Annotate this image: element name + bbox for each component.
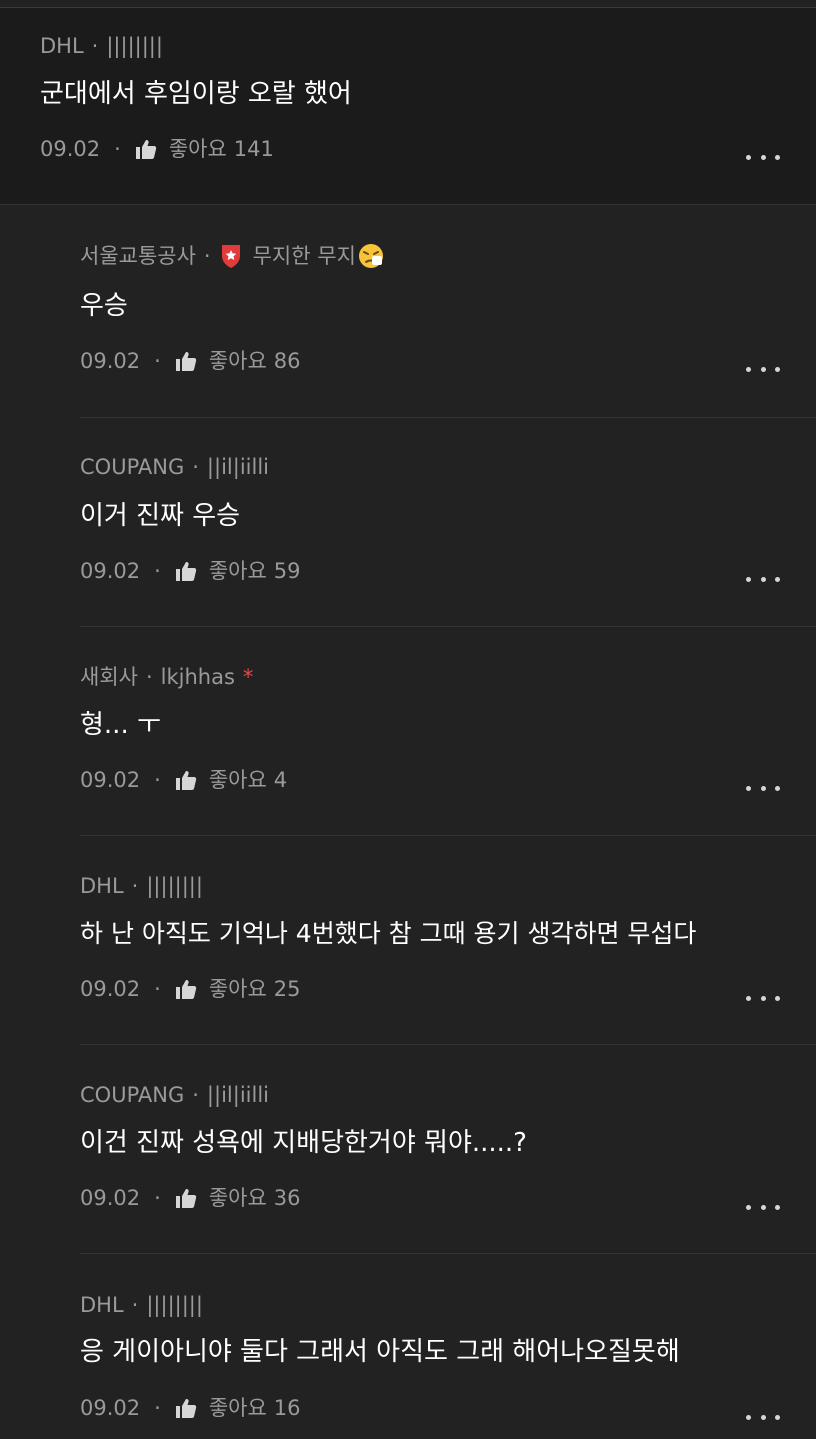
like-count: 141 — [233, 137, 274, 161]
comment-footer: 09.02 · 좋아요 4 — [80, 766, 287, 794]
comment-text: 형... ㅜ — [80, 710, 161, 740]
more-options-icon[interactable] — [746, 569, 780, 589]
comment-date: 09.02 — [80, 768, 141, 792]
separator-dot: · — [154, 768, 161, 792]
comment-footer: 09.02 · 좋아요 25 — [80, 975, 301, 1003]
author-company: COUPANG — [80, 455, 185, 479]
separator-dot: · — [192, 455, 199, 479]
comment-text: 이건 진짜 성욕에 지배당한거야 뭐야.....? — [80, 1128, 527, 1158]
comment-author[interactable]: DHL · |||||||| — [40, 32, 163, 60]
author-company: 새회사 — [80, 665, 138, 689]
like-count: 59 — [273, 559, 301, 583]
separator-dot: · — [154, 349, 161, 373]
author-nickname: 무지한 무지 — [252, 244, 356, 268]
thumbs-up-icon[interactable] — [175, 1397, 197, 1419]
like-count: 36 — [273, 1186, 301, 1210]
comment-text: 하 난 아직도 기억나 4번했다 참 그때 용기 생각하면 무섭다 — [80, 919, 697, 948]
more-options-icon[interactable] — [746, 359, 780, 379]
like-label: 좋아요 — [208, 977, 267, 1001]
comment-text: 이거 진짜 우승 — [80, 501, 241, 531]
separator-dot: · — [154, 1186, 161, 1210]
like-label: 좋아요 — [208, 1186, 267, 1210]
separator-dot: · — [154, 1396, 161, 1420]
more-options-icon[interactable] — [746, 147, 780, 167]
comment-footer: 09.02 · 좋아요 36 — [80, 1184, 301, 1212]
comment-author[interactable]: DHL · |||||||| — [80, 872, 203, 900]
comment-date: 09.02 — [40, 137, 101, 161]
author-nickname: lkjhhas — [160, 665, 235, 689]
more-options-icon[interactable] — [746, 988, 780, 1008]
comment-footer: 09.02 · 좋아요 59 — [80, 557, 301, 585]
like-count: 86 — [273, 349, 301, 373]
separator-dot: · — [154, 559, 161, 583]
comment-footer: 09.02 · 좋아요 141 — [40, 135, 274, 163]
comment-author[interactable]: 서울교통공사 · 무지한 무지 — [80, 242, 384, 270]
comment-author[interactable]: COUPANG · ||il|iilli — [80, 1081, 269, 1109]
comment-date: 09.02 — [80, 977, 141, 1001]
separator-dot: · — [131, 874, 139, 898]
separator-dot: · — [203, 244, 211, 268]
separator-dot: · — [154, 977, 161, 1001]
reply-item: 서울교통공사 · 무지한 무지 우승 09.02 · 좋아요 86 — [80, 208, 816, 417]
author-company: 서울교통공사 — [80, 244, 196, 268]
comment-thread: DHL · |||||||| 군대에서 후임이랑 오랄 했어 09.02 · 좋… — [0, 0, 816, 1439]
comment-text: 우승 — [80, 291, 128, 321]
reply-item: COUPANG · ||il|iilli 이건 진짜 성욕에 지배당한거야 뭐야… — [80, 1044, 816, 1254]
author-company: DHL — [40, 34, 84, 58]
separator-dot: · — [131, 1293, 139, 1317]
comment-footer: 09.02 · 좋아요 86 — [80, 347, 301, 375]
comment-date: 09.02 — [80, 559, 141, 583]
more-options-icon[interactable] — [746, 1407, 780, 1427]
thumbs-up-icon[interactable] — [175, 560, 197, 582]
separator-dot: · — [145, 665, 153, 689]
comment-date: 09.02 — [80, 1186, 141, 1210]
comment-author[interactable]: DHL · |||||||| — [80, 1291, 203, 1319]
author-company: COUPANG — [80, 1083, 185, 1107]
author-nickname: |||||||| — [146, 1293, 203, 1317]
comment-date: 09.02 — [80, 1396, 141, 1420]
thumbs-up-icon[interactable] — [175, 350, 197, 372]
like-label: 좋아요 — [168, 137, 227, 161]
comment-date: 09.02 — [80, 349, 141, 373]
comment-footer: 09.02 · 좋아요 16 — [80, 1394, 301, 1422]
thumbs-up-icon[interactable] — [175, 769, 197, 791]
reply-item: DHL · |||||||| 하 난 아직도 기억나 4번했다 참 그때 용기 … — [80, 835, 816, 1045]
thumbs-up-icon[interactable] — [175, 978, 197, 1000]
author-nickname: ||il|iilli — [206, 455, 269, 479]
like-label: 좋아요 — [208, 768, 267, 792]
parent-comment: DHL · |||||||| 군대에서 후임이랑 오랄 했어 09.02 · 좋… — [0, 8, 816, 205]
author-mark: * — [242, 665, 254, 689]
author-nickname: |||||||| — [106, 34, 163, 58]
sneezing-face-emoji — [358, 243, 384, 269]
reply-item: DHL · |||||||| 응 게이아니야 둘다 그래서 아직도 그래 해어나… — [80, 1253, 816, 1439]
comment-text: 응 게이아니야 둘다 그래서 아직도 그래 해어나오질못해 — [80, 1337, 680, 1367]
author-nickname: ||il|iilli — [206, 1083, 269, 1107]
like-label: 좋아요 — [208, 559, 267, 583]
reply-item: 새회사 · lkjhhas * 형... ㅜ 09.02 · 좋아요 4 — [80, 626, 816, 836]
like-count: 25 — [273, 977, 301, 1001]
separator-dot: · — [91, 34, 99, 58]
author-company: DHL — [80, 1293, 124, 1317]
comment-text: 군대에서 후임이랑 오랄 했어 — [40, 79, 352, 109]
thumbs-up-icon[interactable] — [135, 138, 157, 160]
separator-dot: · — [114, 137, 121, 161]
like-label: 좋아요 — [208, 349, 267, 373]
like-count: 4 — [273, 768, 288, 792]
thumbs-up-icon[interactable] — [175, 1187, 197, 1209]
comment-author[interactable]: COUPANG · ||il|iilli — [80, 453, 269, 481]
like-count: 16 — [273, 1396, 301, 1420]
reply-item: COUPANG · ||il|iilli 이거 진짜 우승 09.02 · 좋아… — [80, 417, 816, 627]
separator-dot: · — [192, 1083, 199, 1107]
like-label: 좋아요 — [208, 1396, 267, 1420]
red-shield-star-icon — [219, 243, 243, 269]
more-options-icon[interactable] — [746, 778, 780, 798]
author-nickname: |||||||| — [146, 874, 203, 898]
author-company: DHL — [80, 874, 124, 898]
more-options-icon[interactable] — [746, 1197, 780, 1217]
comment-author[interactable]: 새회사 · lkjhhas * — [80, 663, 253, 691]
